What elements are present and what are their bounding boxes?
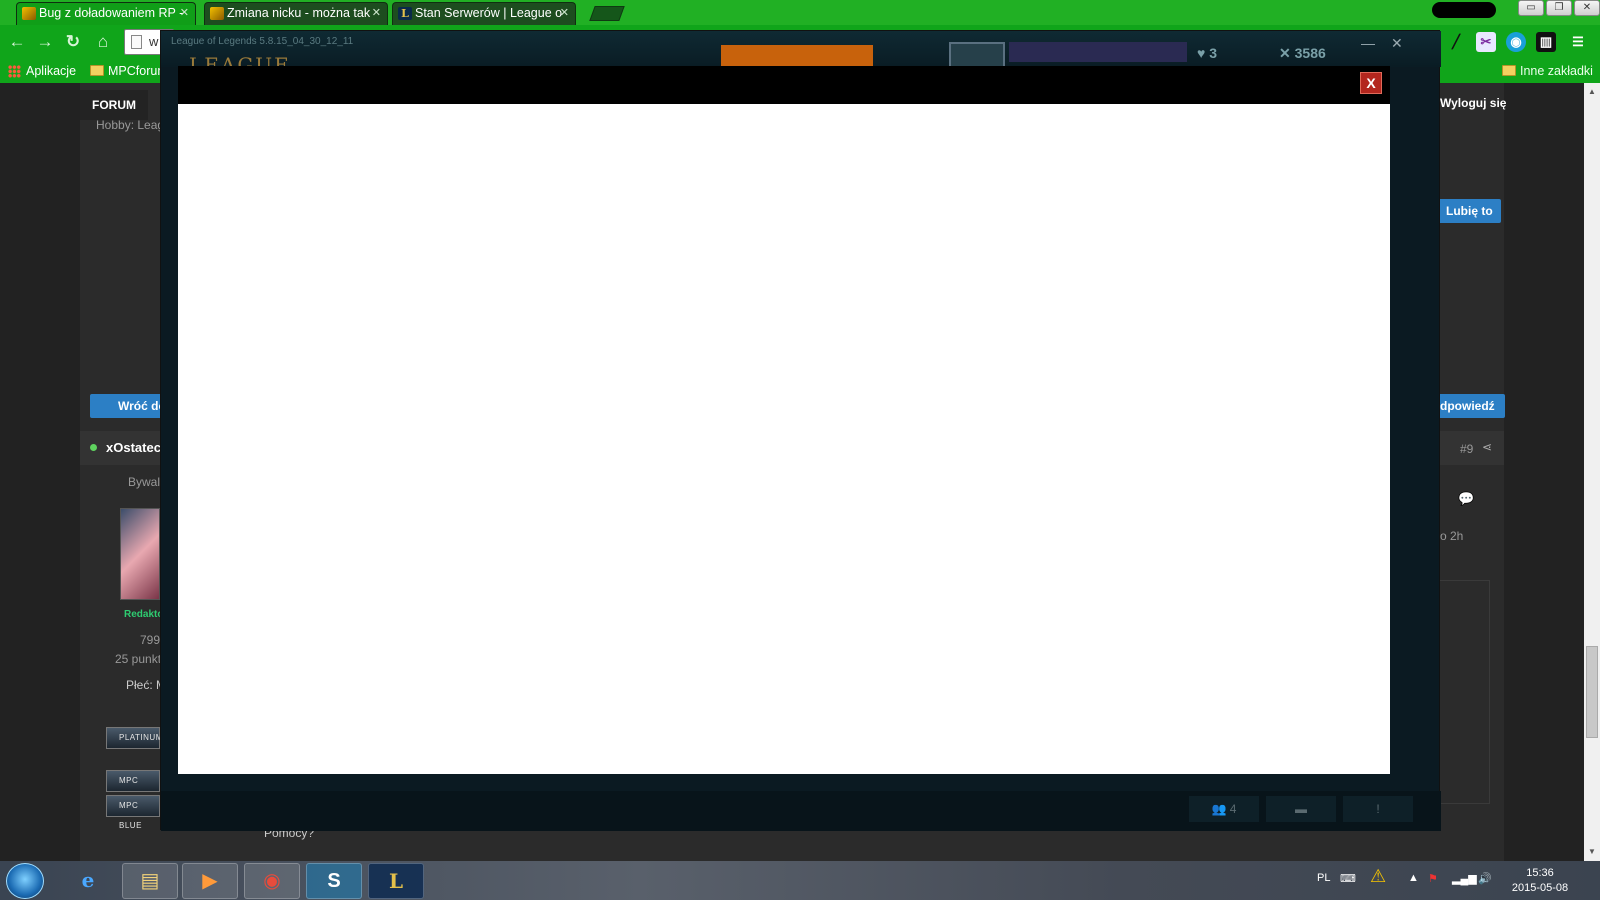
reply-button[interactable]: dpowiedź bbox=[1438, 394, 1505, 418]
close-tab-icon[interactable]: ✕ bbox=[560, 3, 569, 24]
post-time: o 2h bbox=[1440, 529, 1464, 543]
riot-points[interactable]: ♥ 3 bbox=[1197, 45, 1217, 61]
user-avatar[interactable] bbox=[120, 508, 160, 600]
start-button[interactable] bbox=[6, 863, 44, 899]
modal-dialog: X bbox=[178, 66, 1390, 774]
scroll-up-icon[interactable]: ▲ bbox=[1588, 87, 1596, 96]
skype-icon[interactable]: S bbox=[306, 863, 362, 899]
language-indicator[interactable]: PL bbox=[1317, 872, 1330, 884]
badge-mpc-blue: MPC BLUE bbox=[106, 795, 160, 830]
redacted-profile bbox=[1432, 2, 1496, 18]
hobby-line: Hobby: Leag bbox=[96, 118, 165, 132]
like-button[interactable]: Lubię to bbox=[1438, 199, 1501, 223]
back-button-label: Wróć do bbox=[118, 399, 162, 413]
home-icon[interactable]: ⌂ bbox=[92, 32, 114, 52]
piano-extension-icon[interactable]: ▥ bbox=[1536, 32, 1556, 52]
bookmark-label: Inne zakładki bbox=[1520, 64, 1593, 78]
league-of-legends-icon[interactable]: L bbox=[368, 863, 424, 899]
influence-points[interactable]: ✕ 3586 bbox=[1279, 45, 1326, 62]
circle-extension-icon[interactable]: ◉ bbox=[1506, 32, 1526, 52]
tab-bug-rp[interactable]: Bug z doładowaniem RP - ✕ bbox=[16, 2, 196, 25]
ip-value: 3586 bbox=[1294, 45, 1326, 61]
close-tab-icon[interactable]: ✕ bbox=[180, 3, 189, 24]
network-icon[interactable]: ▂▄▆ bbox=[1452, 872, 1477, 885]
friends-button[interactable]: 👥 4 bbox=[1189, 796, 1259, 822]
minimize-icon[interactable]: ▭ bbox=[1518, 0, 1544, 16]
forum-nav-tab[interactable]: FORUM bbox=[80, 90, 148, 120]
lol-minimize-icon[interactable]: — bbox=[1361, 35, 1375, 51]
bookmark-apps[interactable]: Aplikacje bbox=[6, 62, 76, 80]
pen-extension-icon[interactable]: ╱ bbox=[1446, 32, 1466, 52]
points: 25 punkt bbox=[115, 652, 162, 666]
lol-close-icon[interactable]: ✕ bbox=[1391, 35, 1403, 52]
friends-count: 4 bbox=[1229, 802, 1237, 816]
post-number[interactable]: #9 bbox=[1460, 442, 1473, 456]
forward-arrow-icon[interactable]: → bbox=[34, 32, 56, 52]
online-status-dot bbox=[90, 444, 97, 451]
tab-strip: Bug z doładowaniem RP - ✕ Zmiana nicku -… bbox=[0, 0, 1600, 25]
bookmark-other[interactable]: Inne zakładki bbox=[1500, 62, 1593, 80]
window-controls: ▭ ❐ ✕ bbox=[1516, 0, 1600, 18]
internet-explorer-icon[interactable]: e bbox=[60, 863, 116, 899]
chat-button[interactable]: ▬ bbox=[1266, 796, 1336, 822]
menu-icon[interactable]: ☰ bbox=[1568, 32, 1588, 52]
tab-title: Stan Serwerów | League o bbox=[415, 6, 563, 20]
bookmark-label: MPCforum bbox=[108, 64, 160, 78]
restore-icon[interactable]: ❐ bbox=[1546, 0, 1572, 16]
modal-header: X bbox=[178, 66, 1390, 104]
lol-favicon-icon: L bbox=[398, 7, 412, 20]
windows-taskbar: e ▤ ▶ ◉ S L PL ⌨ ⚠ ▲ ⚑ ▂▄▆ 🔊 15:36 2015-… bbox=[0, 861, 1600, 900]
system-clock[interactable]: 15:36 2015-05-08 bbox=[1505, 866, 1575, 896]
mpcforum-favicon-icon bbox=[22, 7, 36, 20]
page-icon bbox=[131, 35, 142, 49]
summoner-name-bar bbox=[1009, 42, 1187, 62]
modal-close-button[interactable]: X bbox=[1360, 72, 1382, 94]
apps-grid-icon bbox=[8, 65, 21, 78]
folder-icon bbox=[90, 65, 104, 76]
lol-bottom-bar: 👥 4 ▬ ! bbox=[161, 791, 1441, 831]
reload-icon[interactable]: ↻ bbox=[62, 32, 84, 52]
tab-title: Zmiana nicku - można tak bbox=[227, 6, 371, 20]
warning-icon[interactable]: ⚠ bbox=[1370, 866, 1386, 887]
modal-body bbox=[178, 104, 1390, 774]
extension-icon[interactable]: ✂ bbox=[1476, 32, 1496, 52]
bookmark-mpcforum[interactable]: MPCforum bbox=[88, 62, 160, 80]
chrome-icon[interactable]: ◉ bbox=[244, 863, 300, 899]
tab-stan-serwerow[interactable]: L Stan Serwerów | League o ✕ bbox=[392, 2, 576, 25]
file-explorer-icon[interactable]: ▤ bbox=[122, 863, 178, 899]
comment-icon[interactable]: 💬 bbox=[1458, 491, 1474, 507]
volume-icon[interactable]: 🔊 bbox=[1478, 872, 1492, 885]
address-text: w bbox=[149, 34, 159, 49]
back-to-forum-button[interactable]: Wróć do bbox=[90, 394, 162, 418]
tab-zmiana-nicku[interactable]: Zmiana nicku - można tak ✕ bbox=[204, 2, 388, 25]
clock-date: 2015-05-08 bbox=[1511, 882, 1569, 894]
new-tab-button[interactable] bbox=[589, 6, 625, 21]
scroll-thumb[interactable] bbox=[1586, 646, 1598, 738]
lol-window-title: League of Legends 5.8.15_04_30_12_11 bbox=[171, 36, 354, 47]
clock-time: 15:36 bbox=[1526, 867, 1554, 879]
close-window-icon[interactable]: ✕ bbox=[1574, 0, 1600, 16]
alert-button[interactable]: ! bbox=[1343, 796, 1413, 822]
badge-mpc-champion: MPC CHAMI bbox=[106, 770, 160, 805]
logout-link[interactable]: Wyloguj się bbox=[1440, 96, 1506, 110]
lol-title-bar: League of Legends 5.8.15_04_30_12_11 LEA… bbox=[161, 31, 1441, 77]
action-center-flag-icon[interactable]: ⚑ bbox=[1428, 872, 1438, 885]
back-arrow-icon[interactable]: ← bbox=[6, 32, 28, 52]
keyboard-icon[interactable]: ⌨ bbox=[1340, 872, 1356, 885]
bookmark-label: Aplikacje bbox=[26, 64, 77, 78]
rank-badge-platinum: PLATINUM bbox=[106, 727, 162, 749]
post-author[interactable]: xOstatec bbox=[106, 440, 161, 455]
tab-title: Bug z doładowaniem RP - bbox=[39, 6, 184, 20]
scroll-down-icon[interactable]: ▼ bbox=[1588, 847, 1596, 856]
media-player-icon[interactable]: ▶ bbox=[182, 863, 238, 899]
post-count: 799 bbox=[140, 633, 161, 647]
user-role: Redakto bbox=[124, 609, 164, 620]
show-hidden-icons[interactable]: ▲ bbox=[1408, 872, 1419, 884]
folder-icon bbox=[1502, 65, 1516, 76]
share-icon[interactable]: ⋖ bbox=[1482, 440, 1492, 454]
rp-value: 3 bbox=[1209, 45, 1217, 61]
mpcforum-favicon-icon bbox=[210, 7, 224, 20]
page-scrollbar[interactable]: ▲ ▼ bbox=[1584, 83, 1600, 861]
close-tab-icon[interactable]: ✕ bbox=[372, 3, 381, 24]
